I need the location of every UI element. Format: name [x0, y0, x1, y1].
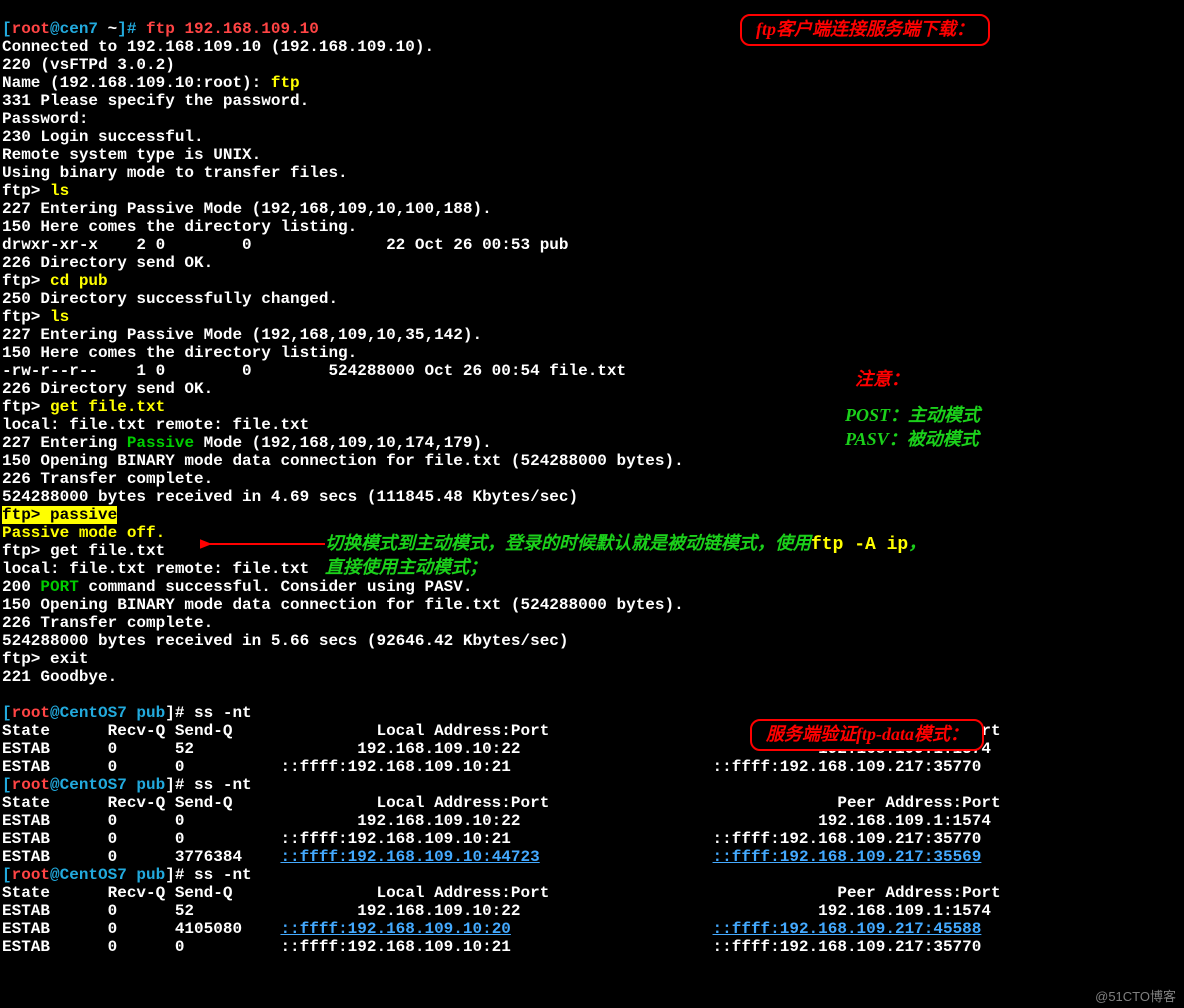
line: Using binary mode to transfer files.	[2, 164, 348, 182]
line: ftp> get file.txt	[2, 542, 165, 560]
line: 150 Here comes the directory listing.	[2, 218, 357, 236]
line: 524288000 bytes received in 4.69 secs (1…	[2, 488, 578, 506]
line: ftp> ls	[2, 182, 69, 200]
watermark: @51CTO博客	[1095, 988, 1176, 1006]
line: 250 Directory successfully changed.	[2, 290, 338, 308]
line: ESTAB 0 0 ::ffff:192.168.109.10:21 ::fff…	[2, 938, 981, 956]
line: [root@cen7 ~]# ftp 192.168.109.10	[2, 20, 319, 38]
line: 331 Please specify the password.	[2, 92, 309, 110]
line: ftp> ls	[2, 308, 69, 326]
line: ftp> get file.txt	[2, 398, 165, 416]
line: [root@CentOS7 pub]# ss -nt	[2, 866, 252, 884]
line: Name (192.168.109.10:root): ftp	[2, 74, 300, 92]
line: 150 Opening BINARY mode data connection …	[2, 452, 684, 470]
line: ESTAB 0 0 192.168.109.10:22 192.168.109.…	[2, 812, 991, 830]
line: 226 Directory send OK.	[2, 254, 213, 272]
line: Connected to 192.168.109.10 (192.168.109…	[2, 38, 434, 56]
line: 150 Opening BINARY mode data connection …	[2, 596, 684, 614]
line: 226 Transfer complete.	[2, 614, 213, 632]
line: Remote system type is UNIX.	[2, 146, 261, 164]
line: Passive mode off.	[2, 524, 165, 542]
line: 221 Goodbye.	[2, 668, 117, 686]
line: [root@CentOS7 pub]# ss -nt	[2, 704, 252, 722]
line: 150 Here comes the directory listing.	[2, 344, 357, 362]
line: 226 Directory send OK.	[2, 380, 213, 398]
line: State Recv-Q Send-Q Local Address:Port P…	[2, 884, 1001, 902]
terminal-output: [root@cen7 ~]# ftp 192.168.109.10 Connec…	[0, 0, 1184, 956]
line: -rw-r--r-- 1 0 0 524288000 Oct 26 00:54 …	[2, 362, 626, 380]
line: drwxr-xr-x 2 0 0 22 Oct 26 00:53 pub	[2, 236, 569, 254]
line: ftp> passive	[2, 506, 117, 524]
annotation-text: 服务端验证ftp-data模式：	[766, 724, 968, 744]
line: 230 Login successful.	[2, 128, 204, 146]
line: ESTAB 0 4105080 ::ffff:192.168.109.10:20…	[2, 920, 981, 938]
line: local: file.txt remote: file.txt	[2, 416, 309, 434]
line: 524288000 bytes received in 5.66 secs (9…	[2, 632, 569, 650]
line: 220 (vsFTPd 3.0.2)	[2, 56, 175, 74]
line: Password:	[2, 110, 88, 128]
line: 227 Entering Passive Mode (192,168,109,1…	[2, 326, 482, 344]
line: ESTAB 0 3776384 ::ffff:192.168.109.10:44…	[2, 848, 981, 866]
line: 200 PORT command successful. Consider us…	[2, 578, 472, 596]
annotation-mode-switch: 切换模式到主动模式，登录的时候默认就是被动链模式，使用ftp -A ip，	[325, 534, 926, 554]
annotation-post: POST：主动模式	[845, 406, 980, 424]
annotation-pasv: PASV：被动模式	[845, 430, 979, 448]
line: [root@CentOS7 pub]# ss -nt	[2, 776, 252, 794]
annotation-mode-switch-2: 直接使用主动模式；	[325, 558, 487, 576]
line: 227 Entering Passive Mode (192,168,109,1…	[2, 200, 492, 218]
annotation-text: ftp客户端连接服务端下载：	[756, 19, 974, 39]
annotation-box-client: ftp客户端连接服务端下载：	[740, 14, 990, 46]
line: ESTAB 0 0 ::ffff:192.168.109.10:21 ::fff…	[2, 830, 981, 848]
line: ESTAB 0 52 192.168.109.10:22 192.168.109…	[2, 902, 991, 920]
annotation-warning: 注意：	[855, 370, 909, 388]
line: 227 Entering Passive Mode (192,168,109,1…	[2, 434, 492, 452]
line: ESTAB 0 0 ::ffff:192.168.109.10:21 ::fff…	[2, 758, 981, 776]
line: ftp> exit	[2, 650, 88, 668]
line: State Recv-Q Send-Q Local Address:Port P…	[2, 794, 1001, 812]
line: local: file.txt remote: file.txt	[2, 560, 309, 578]
line: ftp> cd pub	[2, 272, 108, 290]
arrow-icon	[200, 534, 330, 554]
line: 226 Transfer complete.	[2, 470, 213, 488]
annotation-box-server: 服务端验证ftp-data模式：	[750, 719, 984, 751]
